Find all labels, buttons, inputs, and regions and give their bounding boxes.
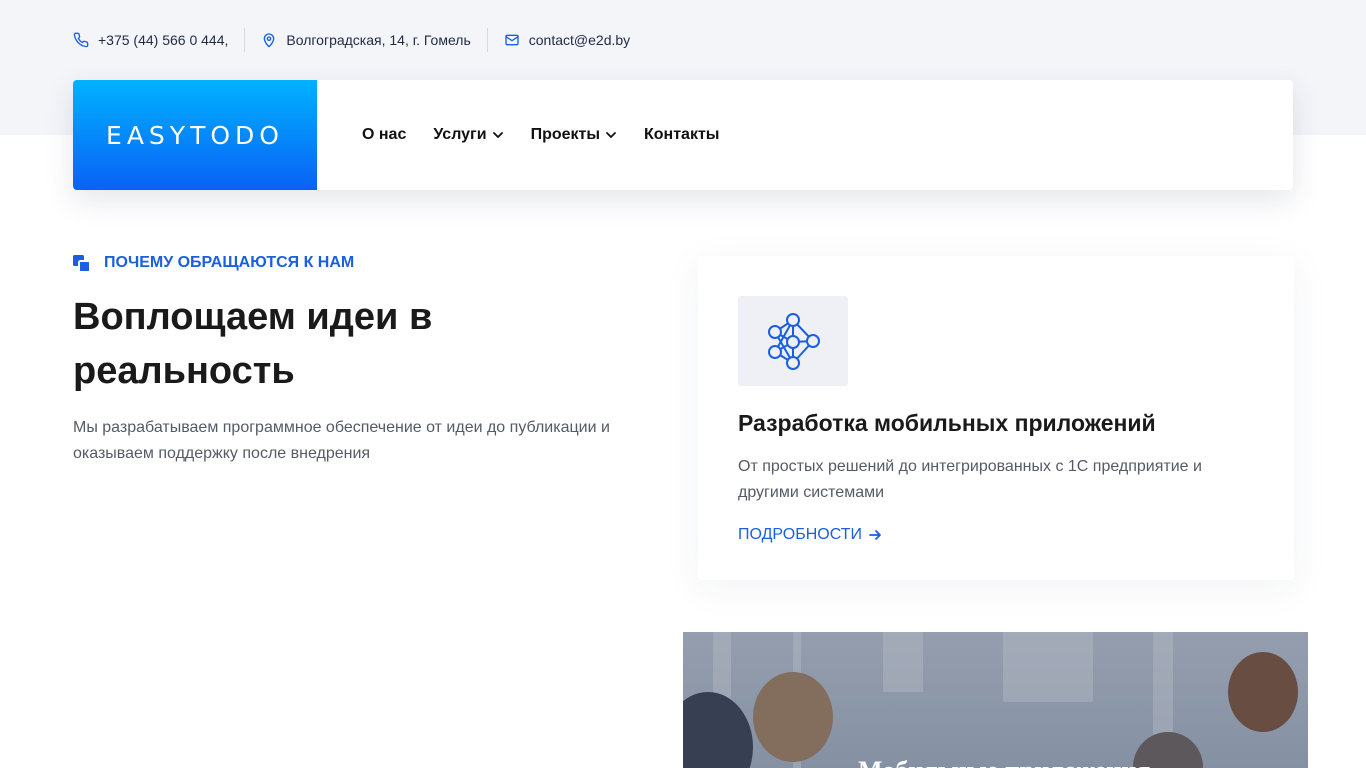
nav-item-label: Проекты xyxy=(530,126,601,143)
nav-item-label: Контакты xyxy=(644,126,720,143)
page-description: Мы разрабатываем программное обеспечение… xyxy=(73,419,610,462)
page-title: Воплощаем идеи в реальность xyxy=(73,296,433,392)
email-text: contact@e2d.by xyxy=(528,32,631,48)
neural-network-icon xyxy=(768,313,820,370)
photo-overlay xyxy=(683,632,1308,768)
photo-caption: Мобильные приложения xyxy=(858,756,1150,768)
map-pin-icon xyxy=(264,33,275,48)
nav-item-services[interactable]: Услуги xyxy=(433,126,503,144)
nav-item-about[interactable]: О нас xyxy=(362,126,406,144)
nav-item-contacts[interactable]: Контакты xyxy=(644,126,719,144)
details-link[interactable]: ПОДРОБНОСТИ xyxy=(738,526,882,544)
mobile-apps-photo-card[interactable]: Мобильные приложения xyxy=(683,632,1308,768)
contact-bar: +375 (44) 566 0 444, Волгоградская, 14, … xyxy=(73,28,630,52)
divider xyxy=(486,28,488,52)
address-text: Волгоградская, 14, г. Гомель xyxy=(286,32,471,48)
nav-item-label: О нас xyxy=(362,126,407,143)
squares-icon xyxy=(73,254,90,272)
service-icon-box xyxy=(738,296,848,386)
mail-icon xyxy=(505,34,519,46)
logo[interactable]: EASYTODO xyxy=(73,80,317,190)
logo-text: EASYTODO xyxy=(106,120,284,150)
service-card: Разработка мобильных приложений От прост… xyxy=(698,256,1294,580)
chevron-down-icon xyxy=(492,132,503,138)
service-description: От простых решений до интегрированных с … xyxy=(738,458,1202,501)
nav-item-projects[interactable]: Проекты xyxy=(531,126,617,144)
contact-phone[interactable]: +375 (44) 566 0 444, xyxy=(73,32,228,48)
main-menu: О нас Услуги Проекты Контакты xyxy=(317,80,719,190)
eyebrow-text: ПОЧЕМУ ОБРАЩАЮТСЯ К НАМ xyxy=(104,254,355,271)
phone-icon xyxy=(73,32,89,48)
nav-item-label: Услуги xyxy=(433,126,487,143)
divider xyxy=(244,28,246,52)
main-navbar: EASYTODO О нас Услуги Проекты Контакты xyxy=(73,80,1293,190)
contact-address[interactable]: Волгоградская, 14, г. Гомель xyxy=(261,32,471,48)
section-eyebrow: ПОЧЕМУ ОБРАЩАЮТСЯ К НАМ xyxy=(73,254,354,272)
service-title: Разработка мобильных приложений xyxy=(738,410,1156,436)
chevron-down-icon xyxy=(606,132,616,138)
details-link-label: ПОДРОБНОСТИ xyxy=(738,526,862,543)
arrow-right-icon xyxy=(869,530,881,540)
contact-email[interactable]: contact@e2d.by xyxy=(504,32,630,48)
phone-text: +375 (44) 566 0 444, xyxy=(98,32,229,48)
